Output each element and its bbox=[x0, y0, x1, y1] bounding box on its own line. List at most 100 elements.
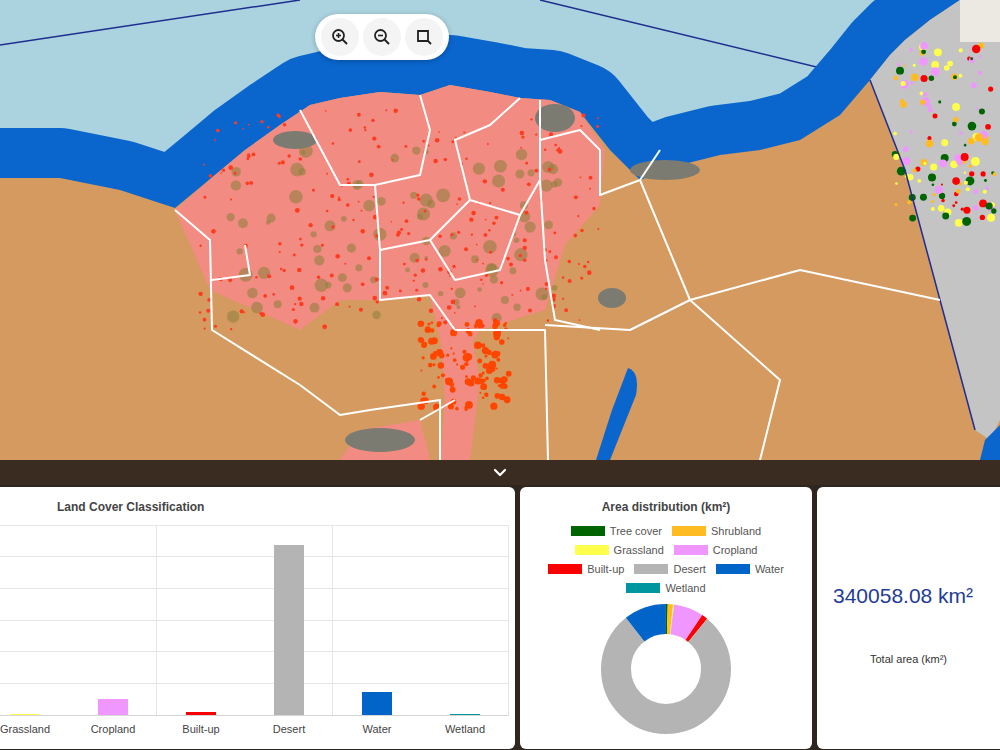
vegetation-patch bbox=[540, 179, 552, 191]
bar-plot bbox=[0, 525, 509, 716]
urban-pixel bbox=[479, 392, 481, 394]
legend-item[interactable]: Grassland bbox=[575, 544, 664, 556]
land-pixel bbox=[921, 49, 926, 54]
urban-pixel bbox=[377, 145, 381, 149]
land-pixel bbox=[920, 100, 925, 105]
bar[interactable] bbox=[10, 714, 40, 715]
vegetation-patch bbox=[471, 255, 479, 263]
urban-pixel bbox=[198, 292, 202, 296]
vegetation-patch bbox=[438, 291, 443, 296]
urban-pixel bbox=[568, 279, 572, 283]
urban-pixel bbox=[455, 407, 459, 411]
bar[interactable] bbox=[362, 692, 392, 715]
urban-pixel bbox=[391, 159, 393, 161]
urban-pixel bbox=[433, 159, 437, 163]
land-pixel bbox=[951, 74, 957, 80]
urban-pixel bbox=[519, 254, 522, 257]
urban-pixel bbox=[523, 238, 527, 242]
donut-segment[interactable] bbox=[616, 619, 716, 719]
urban-pixel bbox=[506, 257, 510, 261]
land-pixel bbox=[980, 215, 985, 220]
zoom-out-button[interactable] bbox=[363, 18, 401, 56]
total-area-label: Total area (km²) bbox=[870, 653, 959, 665]
legend-item[interactable]: Built-up bbox=[548, 563, 624, 575]
donut-segment[interactable] bbox=[616, 619, 716, 719]
vegetation-patch bbox=[510, 267, 517, 274]
nile-delta bbox=[175, 85, 605, 360]
donut-segment[interactable] bbox=[616, 619, 716, 719]
land-pixel bbox=[991, 208, 996, 213]
urban-pixel bbox=[454, 312, 456, 314]
zoom-in-button[interactable] bbox=[321, 18, 359, 56]
vegetation-patch bbox=[473, 163, 485, 175]
urban-pixel bbox=[492, 323, 498, 329]
bar[interactable] bbox=[450, 714, 480, 715]
urban-pixel bbox=[203, 318, 207, 322]
urban-pixel bbox=[482, 379, 486, 383]
urban-pixel bbox=[396, 233, 400, 237]
legend-item[interactable]: Cropland bbox=[674, 544, 758, 556]
urban-pixel bbox=[446, 354, 449, 357]
bar[interactable] bbox=[274, 545, 304, 715]
donut-segment[interactable] bbox=[616, 619, 716, 719]
vegetation-patch bbox=[274, 300, 282, 308]
urban-pixel bbox=[465, 157, 467, 159]
urban-pixel bbox=[438, 131, 440, 133]
urban-pixel bbox=[521, 135, 524, 138]
land-cover-map[interactable] bbox=[0, 0, 1000, 460]
legend-swatch bbox=[548, 564, 582, 574]
urban-pixel bbox=[494, 377, 500, 383]
urban-pixel bbox=[292, 308, 295, 311]
land-pixel bbox=[903, 146, 909, 152]
legend-item[interactable]: Shrubland bbox=[672, 525, 761, 537]
donut-segment[interactable] bbox=[616, 619, 716, 719]
land-pixel bbox=[910, 81, 913, 84]
urban-pixel bbox=[199, 245, 201, 247]
urban-pixel bbox=[583, 265, 587, 269]
land-pixel bbox=[923, 162, 926, 165]
chevron-icon bbox=[493, 468, 507, 478]
urban-pixel bbox=[477, 359, 482, 364]
select-area-button[interactable] bbox=[405, 18, 443, 56]
legend-item[interactable]: Tree cover bbox=[571, 525, 662, 537]
legend: Tree cover Shrubland Grassland Cropland Buil… bbox=[534, 525, 798, 594]
bar[interactable] bbox=[186, 712, 216, 715]
bar[interactable] bbox=[98, 699, 128, 715]
urban-pixel bbox=[556, 149, 559, 152]
urban-pixel bbox=[421, 392, 426, 397]
land-pixel bbox=[986, 187, 989, 190]
panel-toggle[interactable] bbox=[0, 460, 1000, 485]
land-pixel bbox=[972, 45, 980, 53]
legend-swatch bbox=[674, 545, 708, 555]
donut-segment[interactable] bbox=[616, 619, 716, 719]
legend-item[interactable]: Water bbox=[716, 563, 784, 575]
urban-pixel bbox=[405, 219, 409, 223]
land-pixel bbox=[917, 179, 921, 183]
urban-pixel bbox=[499, 385, 501, 387]
donut-svg bbox=[599, 602, 733, 736]
land-pixel bbox=[985, 124, 991, 130]
land-pixel bbox=[969, 164, 973, 168]
urban-pixel bbox=[436, 349, 443, 356]
legend-item[interactable]: Wetland bbox=[626, 582, 705, 594]
stats-panel: Land Cover ClassificationGrasslandCropla… bbox=[0, 485, 1000, 750]
land-pixel bbox=[903, 65, 905, 67]
donut-segment[interactable] bbox=[616, 619, 716, 719]
land-pixel bbox=[929, 76, 935, 82]
vegetation-patch bbox=[405, 267, 410, 272]
urban-pixel bbox=[579, 319, 581, 321]
urban-pixel bbox=[504, 322, 507, 325]
legend-swatch bbox=[672, 526, 706, 536]
x-axis-label: Built-up bbox=[157, 723, 245, 735]
urban-pixel bbox=[415, 289, 418, 292]
map[interactable] bbox=[0, 0, 1000, 460]
urban-pixel bbox=[294, 303, 296, 305]
urban-pixel bbox=[421, 342, 427, 348]
total-area-value: 340058.08 km² bbox=[833, 583, 996, 609]
land-pixel bbox=[977, 136, 980, 139]
land-pixel bbox=[938, 100, 941, 103]
donut-segment[interactable] bbox=[616, 619, 716, 719]
legend-item[interactable]: Desert bbox=[634, 563, 705, 575]
land-pixel bbox=[959, 48, 963, 52]
urban-pixel bbox=[317, 275, 320, 278]
